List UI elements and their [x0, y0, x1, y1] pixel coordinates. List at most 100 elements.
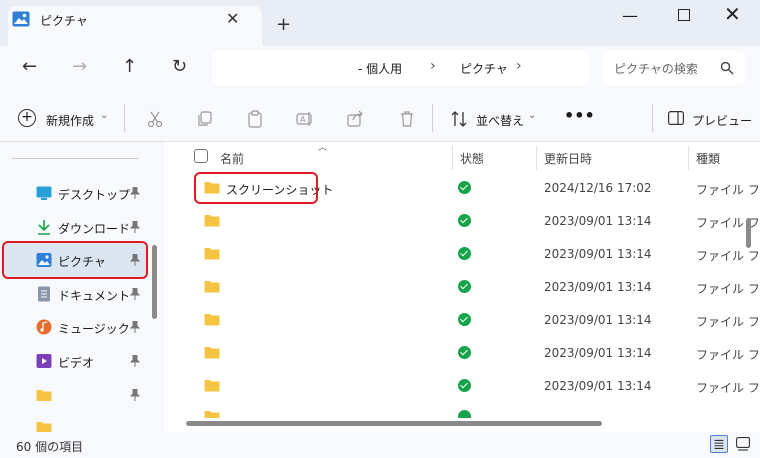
file-type: ファイル フ — [696, 348, 760, 362]
modified-date: 2023/09/01 13:14 — [544, 280, 652, 294]
folder-icon — [36, 390, 52, 401]
preview-button[interactable]: プレビュー — [692, 112, 752, 129]
documents-icon — [38, 286, 50, 302]
download-icon — [38, 220, 50, 235]
file-type: ファイル フ — [696, 381, 760, 395]
sidebar-item-label: ドキュメント — [58, 289, 131, 303]
synced-status-icon — [458, 410, 471, 418]
breadcrumb-chevron-icon[interactable]: › — [516, 58, 522, 74]
folder-icon — [204, 281, 220, 293]
folder-icon — [204, 314, 220, 326]
new-button[interactable]: 新規作成 — [46, 112, 94, 129]
maximize-icon[interactable] — [678, 9, 690, 21]
modified-date: 2024/12/16 17:02 — [544, 181, 652, 195]
synced-status-icon — [458, 181, 471, 194]
toolbar-divider — [432, 104, 433, 132]
column-name[interactable]: 名前 — [220, 150, 244, 167]
delete-icon[interactable] — [398, 110, 416, 128]
folder-icon — [204, 248, 220, 260]
vertical-scrollbar[interactable] — [746, 218, 751, 248]
sidebar-item-folder[interactable] — [4, 378, 146, 412]
sidebar-item-label: ダウンロード — [58, 222, 131, 236]
command-bar — [0, 96, 760, 142]
details-view-icon[interactable] — [710, 435, 728, 453]
tab-title: ピクチャ — [40, 14, 88, 28]
column-divider[interactable] — [688, 146, 689, 170]
forward-icon[interactable]: → — [72, 56, 87, 77]
pin-icon[interactable] — [130, 221, 140, 233]
preview-pane-icon[interactable] — [668, 111, 684, 125]
new-tab-icon[interactable]: + — [276, 14, 291, 35]
highlight-box — [2, 241, 148, 279]
modified-date: 2023/09/01 13:14 — [544, 214, 652, 228]
column-divider[interactable] — [452, 146, 453, 170]
toolbar-divider — [652, 104, 653, 132]
desktop-icon — [36, 186, 52, 200]
file-type: ファイル フ — [696, 315, 760, 329]
copy-icon[interactable] — [196, 110, 214, 128]
add-icon[interactable]: + — [18, 109, 36, 127]
synced-status-icon — [458, 313, 471, 326]
sidebar-item-label: ビデオ — [58, 356, 95, 370]
file-type: ファイル フ — [696, 282, 760, 296]
pin-icon[interactable] — [130, 288, 140, 300]
file-type: ファイル フ — [696, 249, 760, 263]
more-options-icon[interactable]: ••• — [564, 106, 595, 125]
pin-icon[interactable] — [130, 355, 140, 367]
back-icon[interactable]: ← — [22, 56, 37, 77]
close-tab-icon[interactable]: ✕ — [226, 9, 239, 28]
sidebar-item-label: デスクトップ — [58, 188, 131, 202]
sort-button[interactable]: 並べ替え — [476, 112, 524, 129]
music-icon — [36, 319, 52, 335]
status-bar — [0, 432, 760, 458]
modified-date: 2023/09/01 13:14 — [544, 313, 652, 327]
breadcrumb-pictures[interactable]: ピクチャ — [460, 60, 508, 77]
sidebar-item-label: ミュージック — [58, 322, 130, 336]
synced-status-icon — [458, 247, 471, 260]
item-count: 60 個の項目 — [16, 440, 84, 454]
synced-status-icon — [458, 214, 471, 227]
minimize-icon[interactable]: — — [622, 6, 638, 25]
toolbar-divider — [124, 104, 125, 132]
share-icon[interactable] — [346, 110, 364, 128]
folder-icon — [204, 411, 220, 418]
folder-icon — [36, 422, 52, 432]
search-placeholder: ピクチャの検索 — [614, 62, 698, 76]
search-icon[interactable] — [720, 61, 734, 75]
chevron-down-icon[interactable]: ⌄ — [528, 110, 536, 121]
folder-icon — [204, 347, 220, 359]
synced-status-icon — [458, 280, 471, 293]
column-type[interactable]: 種類 — [696, 150, 720, 167]
pin-icon[interactable] — [130, 321, 140, 333]
chevron-down-icon[interactable]: ⌄ — [100, 110, 108, 121]
column-status[interactable]: 状態 — [460, 150, 484, 167]
sort-caret-icon: ︿ — [318, 143, 328, 153]
svg-text:A: A — [300, 115, 306, 124]
horizontal-scrollbar[interactable] — [186, 421, 602, 426]
column-divider[interactable] — [536, 146, 537, 170]
synced-status-icon — [458, 379, 471, 392]
rename-icon[interactable]: A — [296, 110, 314, 128]
select-all-checkbox[interactable] — [194, 149, 208, 163]
video-icon — [36, 354, 52, 368]
pin-icon[interactable] — [130, 187, 140, 199]
close-window-icon[interactable]: ✕ — [724, 2, 741, 26]
pin-icon[interactable] — [130, 389, 140, 401]
tiles-view-icon[interactable] — [736, 437, 750, 451]
highlight-box — [194, 172, 318, 204]
file-type: ファイル フ — [696, 183, 760, 197]
sidebar-item-folder[interactable] — [4, 410, 146, 432]
refresh-icon[interactable]: ↻ — [172, 56, 187, 77]
column-modified[interactable]: 更新日時 — [544, 150, 592, 167]
up-icon[interactable]: ↑ — [122, 56, 137, 77]
modified-date: 2023/09/01 13:14 — [544, 346, 652, 360]
breadcrumb-chevron-icon[interactable]: › — [430, 58, 436, 74]
cut-icon[interactable] — [146, 110, 164, 128]
paste-icon[interactable] — [246, 110, 264, 128]
modified-date: 2023/09/01 13:14 — [544, 379, 652, 393]
breadcrumb-personal[interactable]: - 個人用 — [358, 60, 402, 77]
sidebar-divider — [12, 158, 138, 159]
sort-icon[interactable] — [450, 110, 468, 128]
synced-status-icon — [458, 346, 471, 359]
sidebar-scrollbar[interactable] — [152, 245, 157, 319]
